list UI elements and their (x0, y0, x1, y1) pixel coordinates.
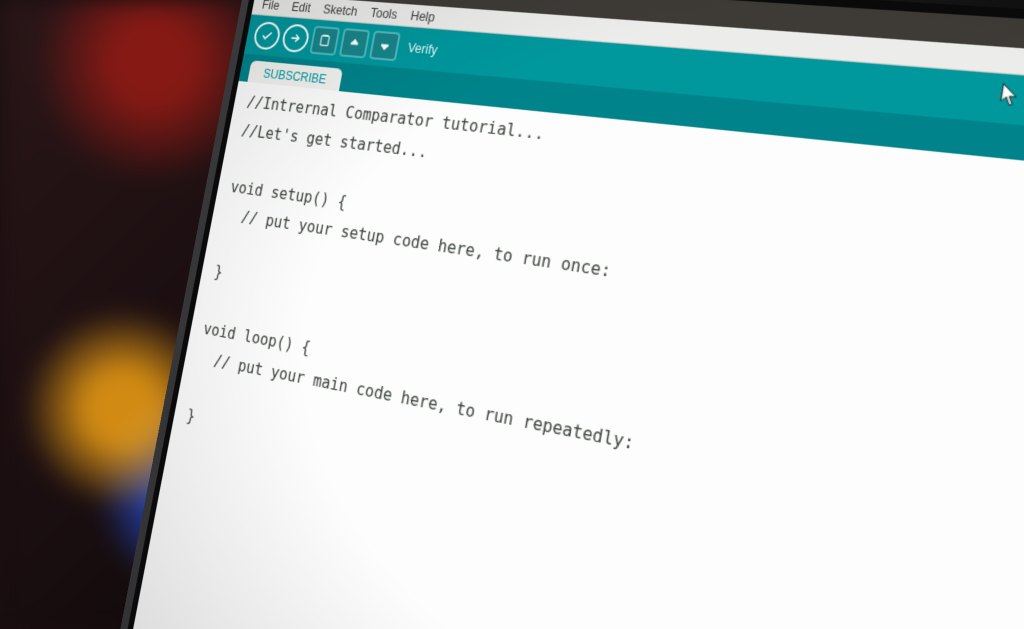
code-editor[interactable]: //Intrernal Comparator tutorial... //Let… (121, 81, 1024, 629)
code-line (191, 377, 194, 395)
code-line (235, 149, 238, 167)
code-line: } (185, 406, 196, 426)
upload-button[interactable] (280, 23, 311, 53)
new-sketch-button[interactable] (309, 26, 340, 56)
toolbar-tooltip: Verify (407, 41, 439, 58)
menu-sketch[interactable]: Sketch (316, 0, 364, 21)
code-line (207, 291, 210, 309)
mouse-cursor-icon (999, 82, 1023, 112)
arduino-ide-window: SUBSCRIBE | Arduino 1.8.13 File Edit Ske… (121, 0, 1024, 629)
code-line: void setup() { (229, 177, 348, 211)
menu-file[interactable]: File (255, 0, 286, 15)
code-line: } (213, 262, 224, 281)
verify-button[interactable] (252, 21, 282, 51)
open-sketch-button[interactable] (339, 28, 371, 58)
code-line (218, 234, 221, 252)
laptop-screen: SUBSCRIBE | Arduino 1.8.13 File Edit Ske… (121, 0, 1024, 629)
menu-help[interactable]: Help (403, 6, 442, 27)
save-sketch-button[interactable] (369, 30, 401, 61)
code-line: // put your setup code here, to run once… (224, 206, 613, 282)
code-line: // put your main code here, to run repea… (196, 348, 636, 453)
menu-edit[interactable]: Edit (285, 0, 318, 17)
menu-tools[interactable]: Tools (363, 3, 405, 24)
